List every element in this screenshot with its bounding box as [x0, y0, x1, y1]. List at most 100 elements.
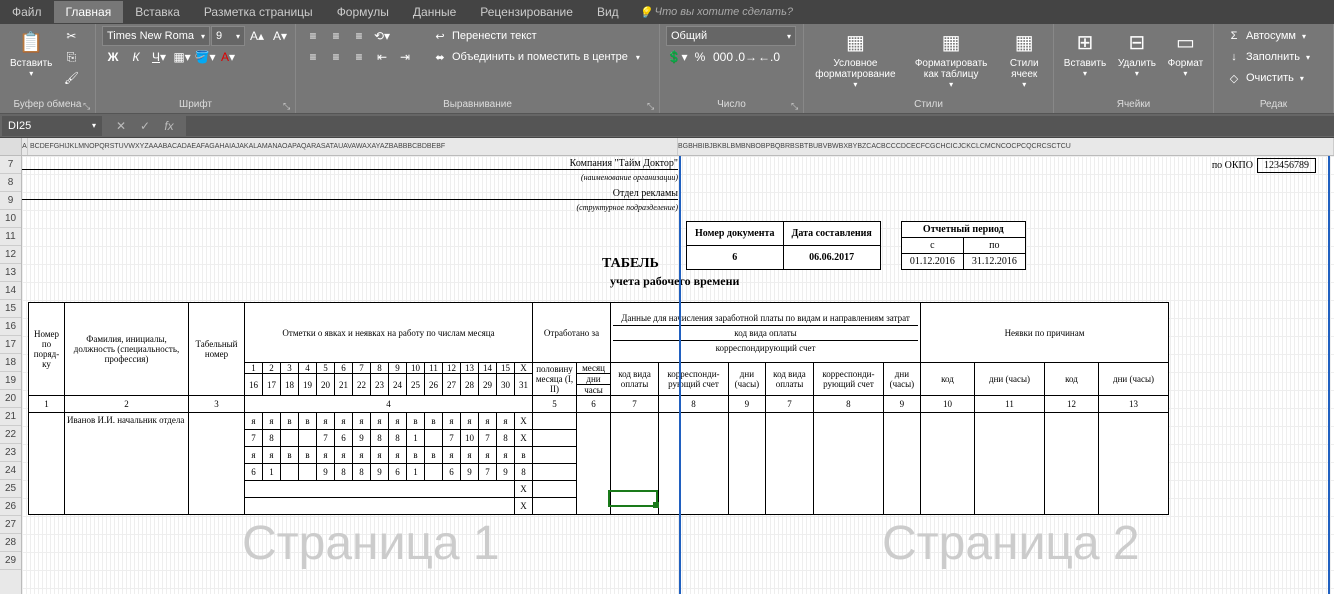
- row-header[interactable]: 15: [0, 300, 21, 318]
- clear-button[interactable]: ◇Очистить▾: [1220, 68, 1310, 88]
- select-all-corner[interactable]: [0, 138, 22, 155]
- inc-decimal-button[interactable]: .0→: [735, 47, 757, 67]
- row-header[interactable]: 9: [0, 192, 21, 210]
- copy-button[interactable]: ⎘: [60, 47, 82, 67]
- align-top-button[interactable]: ≡: [302, 26, 324, 46]
- fill-color-button[interactable]: 🪣▾: [194, 47, 216, 67]
- row-header[interactable]: 12: [0, 246, 21, 264]
- format-painter-button[interactable]: 🖌: [60, 68, 82, 88]
- dec-decimal-button[interactable]: ←.0: [758, 47, 780, 67]
- row-header[interactable]: 10: [0, 210, 21, 228]
- grow-font-button[interactable]: A▴: [246, 26, 268, 46]
- row-headers[interactable]: 7891011121314151617181920212223242526272…: [0, 156, 22, 594]
- formula-input[interactable]: [186, 116, 1334, 136]
- underline-button[interactable]: Ч▾: [148, 47, 170, 67]
- fill-button[interactable]: ↓Заполнить▾: [1220, 47, 1316, 67]
- row-header[interactable]: 8: [0, 174, 21, 192]
- tab-file[interactable]: Файл: [0, 1, 54, 23]
- wrap-text-button[interactable]: ↩Перенести текст: [426, 26, 646, 46]
- align-right-button[interactable]: ≡: [348, 47, 370, 67]
- row-header[interactable]: 24: [0, 462, 21, 480]
- wrap-icon: ↩: [432, 28, 448, 44]
- row-header[interactable]: 11: [0, 228, 21, 246]
- tab-insert[interactable]: Вставка: [123, 1, 192, 23]
- tell-me-search[interactable]: 💡 Что вы хотите сделать?: [639, 6, 793, 18]
- row-header[interactable]: 20: [0, 390, 21, 408]
- percent-button[interactable]: %: [689, 47, 711, 67]
- italic-button[interactable]: К: [125, 47, 147, 67]
- font-color-button[interactable]: A▾: [217, 47, 239, 67]
- tab-review[interactable]: Рецензирование: [468, 1, 585, 23]
- row-header[interactable]: 13: [0, 264, 21, 282]
- cancel-formula-button[interactable]: ✕: [110, 116, 132, 136]
- cells-grid[interactable]: Страница 1 Страница 2 по ОКПО 123456789 …: [22, 156, 1334, 594]
- tab-layout[interactable]: Разметка страницы: [192, 1, 325, 23]
- tab-view[interactable]: Вид: [585, 1, 631, 23]
- name-box-value: DI25: [8, 120, 31, 132]
- col-number: 8: [659, 396, 729, 413]
- col-code1: код: [921, 363, 975, 396]
- align-center-button[interactable]: ≡: [325, 47, 347, 67]
- enter-formula-button[interactable]: ✓: [134, 116, 156, 136]
- row-header[interactable]: 25: [0, 480, 21, 498]
- merge-center-button[interactable]: ⬌Объединить и поместить в центре▾: [426, 47, 646, 67]
- row-header[interactable]: 17: [0, 336, 21, 354]
- comma-button[interactable]: 000: [712, 47, 734, 67]
- insert-cells-button[interactable]: ⊞Вставить▾: [1060, 26, 1110, 80]
- font-name-combo[interactable]: Times New Roma▾: [102, 26, 210, 46]
- col-number: 9: [883, 396, 920, 413]
- row-header[interactable]: 23: [0, 444, 21, 462]
- row-header[interactable]: 16: [0, 318, 21, 336]
- row-header[interactable]: 21: [0, 408, 21, 426]
- currency-button[interactable]: 💲▾: [666, 47, 688, 67]
- delete-cells-button[interactable]: ⊟Удалить▾: [1114, 26, 1160, 80]
- name-box[interactable]: DI25▾: [2, 116, 102, 136]
- font-launcher[interactable]: ⤡: [283, 101, 293, 111]
- row-header[interactable]: 28: [0, 534, 21, 552]
- indent-dec-button[interactable]: ⇤: [371, 47, 393, 67]
- format-cells-button[interactable]: ▭Формат▾: [1164, 26, 1207, 80]
- clipboard-launcher[interactable]: ⤡: [83, 101, 93, 111]
- col-dh2b: дни (часы): [883, 363, 920, 396]
- shrink-font-button[interactable]: A▾: [269, 26, 291, 46]
- alignment-launcher[interactable]: ⤡: [647, 101, 657, 111]
- merge-icon: ⬌: [432, 49, 448, 65]
- indent-inc-button[interactable]: ⇥: [394, 47, 416, 67]
- cell-styles-button[interactable]: ▦Стили ячеек▾: [1001, 26, 1047, 91]
- row-header[interactable]: 7: [0, 156, 21, 174]
- border-button[interactable]: ▦▾: [171, 47, 193, 67]
- bulb-icon: 💡: [639, 6, 651, 18]
- number-format-combo[interactable]: Общий▾: [666, 26, 796, 46]
- row-header[interactable]: 22: [0, 426, 21, 444]
- number-launcher[interactable]: ⤡: [791, 101, 801, 111]
- align-middle-button[interactable]: ≡: [325, 26, 347, 46]
- row-header[interactable]: 27: [0, 516, 21, 534]
- row-header[interactable]: 18: [0, 354, 21, 372]
- cond-format-icon: ▦: [841, 28, 869, 56]
- row-header[interactable]: 29: [0, 552, 21, 570]
- tab-home[interactable]: Главная: [54, 1, 124, 23]
- format-table-button[interactable]: ▦Форматировать как таблицу▾: [905, 26, 998, 91]
- bold-button[interactable]: Ж: [102, 47, 124, 67]
- align-left-button[interactable]: ≡: [302, 47, 324, 67]
- row-header[interactable]: 26: [0, 498, 21, 516]
- tab-formulas[interactable]: Формулы: [325, 1, 401, 23]
- row-header[interactable]: 19: [0, 372, 21, 390]
- col-number: 3: [189, 396, 245, 413]
- align-bottom-button[interactable]: ≡: [348, 26, 370, 46]
- paste-button[interactable]: 📋 Вставить ▾: [6, 26, 56, 80]
- cond-format-button[interactable]: ▦Условное форматирование▾: [810, 26, 901, 91]
- autosum-button[interactable]: ΣАвтосумм▾: [1220, 26, 1312, 46]
- cut-button[interactable]: ✂: [60, 26, 82, 46]
- font-size-combo[interactable]: 9▾: [211, 26, 245, 46]
- col-number: 7: [765, 396, 813, 413]
- column-headers[interactable]: A BCDEFGHIJKLMNOPQRSTUVWXYZAAABACADAEAFA…: [0, 138, 1334, 156]
- row-header[interactable]: 14: [0, 282, 21, 300]
- tab-data[interactable]: Данные: [401, 1, 468, 23]
- period-from-value: 01.12.2016: [901, 254, 963, 270]
- cond-format-label: Условное форматирование: [814, 58, 897, 80]
- orientation-button[interactable]: ⟲▾: [371, 26, 393, 46]
- merge-label: Объединить и поместить в центре: [452, 51, 628, 63]
- fx-button[interactable]: fx: [158, 116, 180, 136]
- worksheet-area[interactable]: A BCDEFGHIJKLMNOPQRSTUVWXYZAAABACADAEAFA…: [0, 138, 1334, 594]
